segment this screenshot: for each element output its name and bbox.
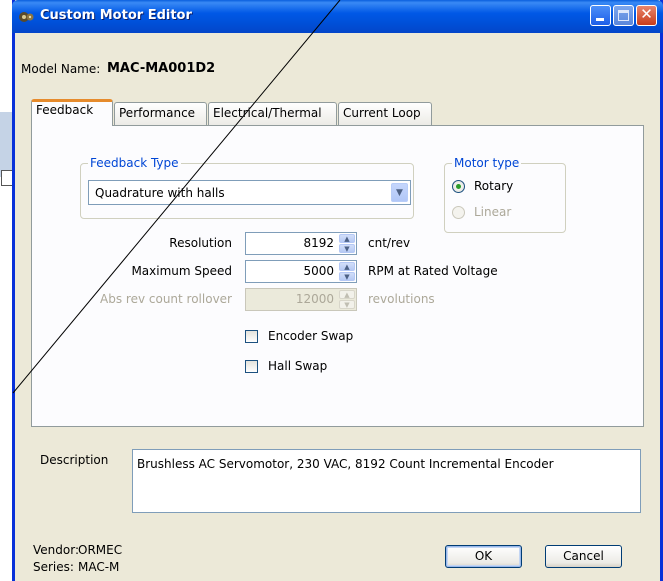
motor-type-group: Motor type: [444, 156, 566, 233]
resolution-spinner[interactable]: 8192 ▲ ▼: [245, 232, 357, 255]
close-icon: ✕: [640, 5, 653, 23]
spin-down-icon[interactable]: ▼: [339, 272, 355, 281]
spin-down-icon[interactable]: ▼: [339, 300, 355, 309]
radio-rotary[interactable]: [452, 180, 465, 193]
cancel-button[interactable]: Cancel: [545, 545, 622, 568]
radio-rotary-label: Rotary: [474, 179, 514, 193]
vendor-label: Vendor:: [33, 543, 79, 557]
minimize-icon: [596, 18, 604, 21]
vendor-value: ORMEC: [78, 543, 123, 557]
max-speed-unit: RPM at Rated Voltage: [368, 264, 498, 278]
feedback-type-group-title: Feedback Type: [88, 156, 181, 170]
max-speed-label: Maximum Speed: [131, 264, 232, 278]
maximize-button[interactable]: [613, 5, 634, 26]
tab-performance[interactable]: Performance: [114, 102, 207, 125]
rollover-unit: revolutions: [368, 292, 435, 306]
series-value: MAC-M: [78, 560, 120, 574]
feedback-type-selected: Quadrature with halls: [95, 186, 225, 200]
max-speed-spinner[interactable]: 5000 ▲ ▼: [245, 260, 357, 283]
ok-button[interactable]: OK: [445, 545, 522, 568]
tab-current-loop[interactable]: Current Loop: [338, 102, 432, 125]
series-label: Series:: [33, 560, 74, 574]
radio-linear[interactable]: [452, 206, 465, 219]
max-speed-value: 5000: [303, 264, 334, 278]
hall-swap-label: Hall Swap: [268, 359, 328, 373]
maximize-icon: [618, 10, 629, 21]
motor-type-group-title: Motor type: [452, 156, 522, 170]
tab-label: Feedback: [36, 103, 94, 117]
radio-linear-label: Linear: [474, 205, 512, 219]
model-name-label: Model Name:: [21, 62, 101, 76]
description-textarea[interactable]: Brushless AC Servomotor, 230 VAC, 8192 C…: [132, 449, 641, 513]
tab-feedback[interactable]: Feedback: [31, 99, 113, 126]
chevron-down-icon[interactable]: ▼: [391, 183, 408, 202]
description-text: Brushless AC Servomotor, 230 VAC, 8192 C…: [137, 457, 554, 471]
description-label: Description: [40, 453, 109, 467]
spin-down-icon[interactable]: ▼: [339, 244, 355, 253]
rollover-value: 12000: [295, 292, 334, 306]
model-name-value: MAC-MA001D2: [107, 61, 216, 76]
spin-up-icon[interactable]: ▲: [339, 234, 355, 243]
tab-label: Electrical/Thermal: [213, 106, 322, 120]
encoder-swap-label: Encoder Swap: [268, 329, 354, 343]
encoder-swap-checkbox[interactable]: [245, 330, 258, 343]
spin-up-icon[interactable]: ▲: [339, 262, 355, 271]
rollover-label: Abs rev count rollover: [100, 292, 232, 306]
close-button[interactable]: ✕: [636, 5, 657, 26]
app-gear-icon: [19, 12, 34, 22]
resolution-label: Resolution: [169, 236, 232, 250]
tab-electrical-thermal[interactable]: Electrical/Thermal: [208, 102, 337, 125]
window-title: Custom Motor Editor: [40, 8, 192, 23]
resolution-value: 8192: [303, 236, 334, 250]
rollover-spinner[interactable]: 12000 ▲ ▼: [245, 288, 357, 311]
hall-swap-checkbox[interactable]: [245, 360, 258, 373]
tab-label: Current Loop: [343, 106, 421, 120]
minimize-button[interactable]: [590, 5, 611, 26]
feedback-type-dropdown[interactable]: Quadrature with halls ▼: [88, 180, 411, 205]
spin-up-icon[interactable]: ▲: [339, 290, 355, 299]
tab-label: Performance: [119, 106, 196, 120]
resolution-unit: cnt/rev: [368, 236, 411, 250]
title-bar[interactable]: Custom Motor Editor ✕: [12, 0, 663, 33]
